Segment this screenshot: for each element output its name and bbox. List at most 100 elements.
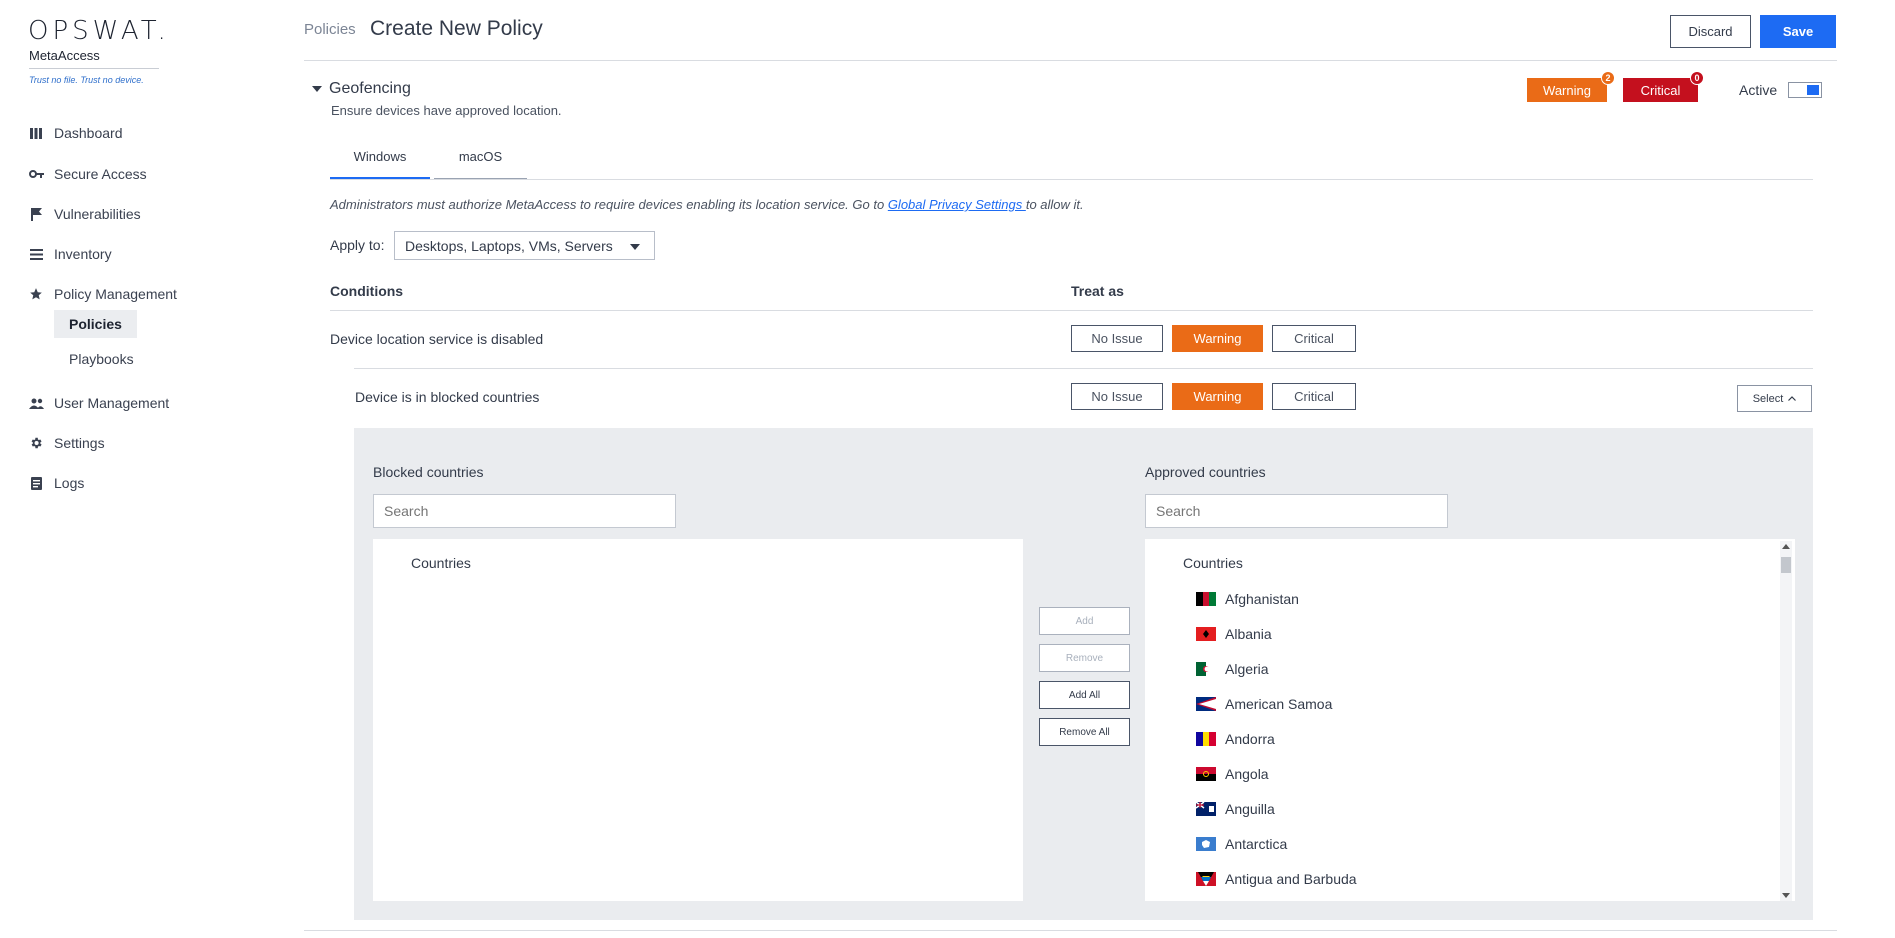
algeria-flag-icon [1196, 662, 1216, 676]
country-item-anguilla[interactable]: Anguilla [1196, 799, 1275, 819]
blocked-countries-search-input[interactable] [373, 494, 676, 528]
select-countries-button[interactable]: Select [1737, 385, 1812, 412]
scroll-down-arrow-icon[interactable] [1782, 893, 1790, 898]
albania-flag-icon [1196, 627, 1216, 641]
collapse-caret-icon[interactable] [312, 86, 322, 92]
country-item-antarctica[interactable]: Antarctica [1196, 834, 1287, 854]
sidebar-item-secure-access[interactable]: Secure Access [28, 162, 147, 186]
document-icon [28, 475, 44, 491]
apply-to-select[interactable]: Desktops, Laptops, VMs, Servers [394, 231, 655, 260]
logo-divider [29, 68, 159, 69]
global-privacy-settings-link[interactable]: Global Privacy Settings [888, 197, 1026, 212]
american-samoa-flag-icon [1196, 697, 1216, 711]
active-toggle[interactable] [1788, 82, 1822, 98]
sidebar-item-dashboard[interactable]: Dashboard [28, 121, 123, 145]
blocked-list-header: Countries [411, 555, 471, 571]
country-label: Algeria [1225, 661, 1269, 677]
country-item-american-samoa[interactable]: American Samoa [1196, 694, 1332, 714]
select-button-label: Select [1752, 392, 1784, 405]
star-icon [28, 286, 44, 302]
sidebar-item-vulnerabilities[interactable]: Vulnerabilities [28, 202, 141, 226]
list-icon [28, 246, 44, 262]
add-button[interactable]: Add [1039, 607, 1130, 635]
note-text-after: to allow it. [1025, 197, 1084, 212]
critical-status: Critical [1623, 78, 1698, 102]
treat-no-issue-button[interactable]: No Issue [1071, 383, 1163, 410]
sidebar-item-label: Logs [54, 475, 85, 491]
logo-wordmark: OPSWAT. [28, 16, 170, 46]
tab-windows[interactable]: Windows [330, 135, 430, 179]
country-label: Andorra [1225, 731, 1275, 747]
treat-critical-button[interactable]: Critical [1272, 383, 1356, 410]
treat-warning-button[interactable]: Warning [1172, 325, 1263, 352]
country-label: Antarctica [1225, 836, 1288, 852]
scroll-up-arrow-icon[interactable] [1782, 544, 1790, 549]
location-service-note: Administrators must authorize MetaAccess… [330, 197, 1084, 212]
page-title: Create New Policy [370, 17, 543, 40]
section-title: Geofencing [329, 80, 411, 97]
condition-label: Device is in blocked countries [355, 389, 540, 405]
conditions-column-header: Conditions [330, 283, 404, 299]
antarctica-flag-icon [1196, 837, 1216, 851]
sidebar-subitem-policies[interactable]: Policies [54, 310, 137, 338]
sidebar-item-inventory[interactable]: Inventory [28, 242, 112, 266]
anguilla-flag-icon [1196, 802, 1216, 816]
tab-macos[interactable]: macOS [434, 135, 527, 179]
apply-to-label: Apply to: [330, 237, 385, 253]
warning-status-label: Warning [1543, 82, 1591, 98]
sidebar-item-label: Inventory [54, 246, 112, 262]
afghanistan-flag-icon [1196, 592, 1216, 606]
bottom-divider [304, 930, 1837, 931]
toggle-knob [1807, 85, 1819, 95]
country-item-antigua-and-barbuda[interactable]: Antigua and Barbuda [1196, 869, 1357, 889]
country-item-albania[interactable]: Albania [1196, 624, 1272, 644]
treat-no-issue-button[interactable]: No Issue [1071, 325, 1163, 352]
country-item-andorra[interactable]: Andorra [1196, 729, 1275, 749]
sidebar-item-user-management[interactable]: User Management [28, 391, 169, 415]
country-label: Angola [1225, 766, 1269, 782]
add-all-button[interactable]: Add All [1039, 681, 1130, 709]
tabs-divider [330, 179, 1813, 180]
sidebar-item-policy-management[interactable]: Policy Management [28, 282, 177, 306]
treat-critical-button[interactable]: Critical [1272, 325, 1356, 352]
sidebar-item-label: Secure Access [54, 166, 147, 182]
approved-countries-search-input[interactable] [1145, 494, 1448, 528]
bar-chart-icon [28, 125, 44, 141]
approved-list-header: Countries [1183, 555, 1243, 571]
active-label: Active [1739, 82, 1778, 98]
sidebar-item-settings[interactable]: Settings [28, 431, 105, 455]
remove-all-button[interactable]: Remove All [1039, 718, 1130, 746]
antigua-and-barbuda-flag-icon [1196, 872, 1216, 886]
treat-as-column-header: Treat as [1071, 283, 1124, 299]
logo-tagline: Trust no file. Trust no device. [29, 75, 144, 85]
country-label: Afghanistan [1225, 591, 1299, 607]
country-item-algeria[interactable]: Algeria [1196, 659, 1269, 679]
approved-countries-label: Approved countries [1145, 464, 1266, 480]
save-button[interactable]: Save [1760, 15, 1836, 48]
product-name: MetaAccess [29, 48, 100, 63]
apply-to-value: Desktops, Laptops, VMs, Servers [405, 237, 613, 254]
sidebar-item-label: Settings [54, 435, 105, 451]
header-divider [304, 60, 1837, 61]
treat-warning-button[interactable]: Warning [1172, 383, 1263, 410]
discard-button[interactable]: Discard [1670, 15, 1751, 48]
country-label: Antigua and Barbuda [1225, 871, 1357, 887]
note-text-before: Administrators must authorize MetaAccess… [330, 197, 888, 212]
scrollbar-thumb[interactable] [1781, 557, 1791, 573]
sidebar-item-logs[interactable]: Logs [28, 471, 84, 495]
chevron-down-icon [630, 244, 640, 250]
users-icon [28, 395, 44, 411]
critical-status-label: Critical [1640, 82, 1681, 98]
row-divider [354, 368, 1813, 369]
approved-list-scrollbar[interactable] [1780, 541, 1792, 901]
warning-status: Warning [1527, 78, 1607, 102]
breadcrumb[interactable]: Policies [304, 21, 356, 38]
remove-button[interactable]: Remove [1039, 644, 1130, 672]
critical-count-badge: 0 [1690, 71, 1704, 85]
sidebar-subitem-playbooks[interactable]: Playbooks [54, 345, 149, 373]
country-item-angola[interactable]: Angola [1196, 764, 1269, 784]
conditions-header-divider [330, 310, 1813, 311]
country-item-afghanistan[interactable]: Afghanistan [1196, 589, 1299, 609]
condition-label: Device location service is disabled [330, 331, 544, 347]
country-label: Albania [1225, 626, 1272, 642]
